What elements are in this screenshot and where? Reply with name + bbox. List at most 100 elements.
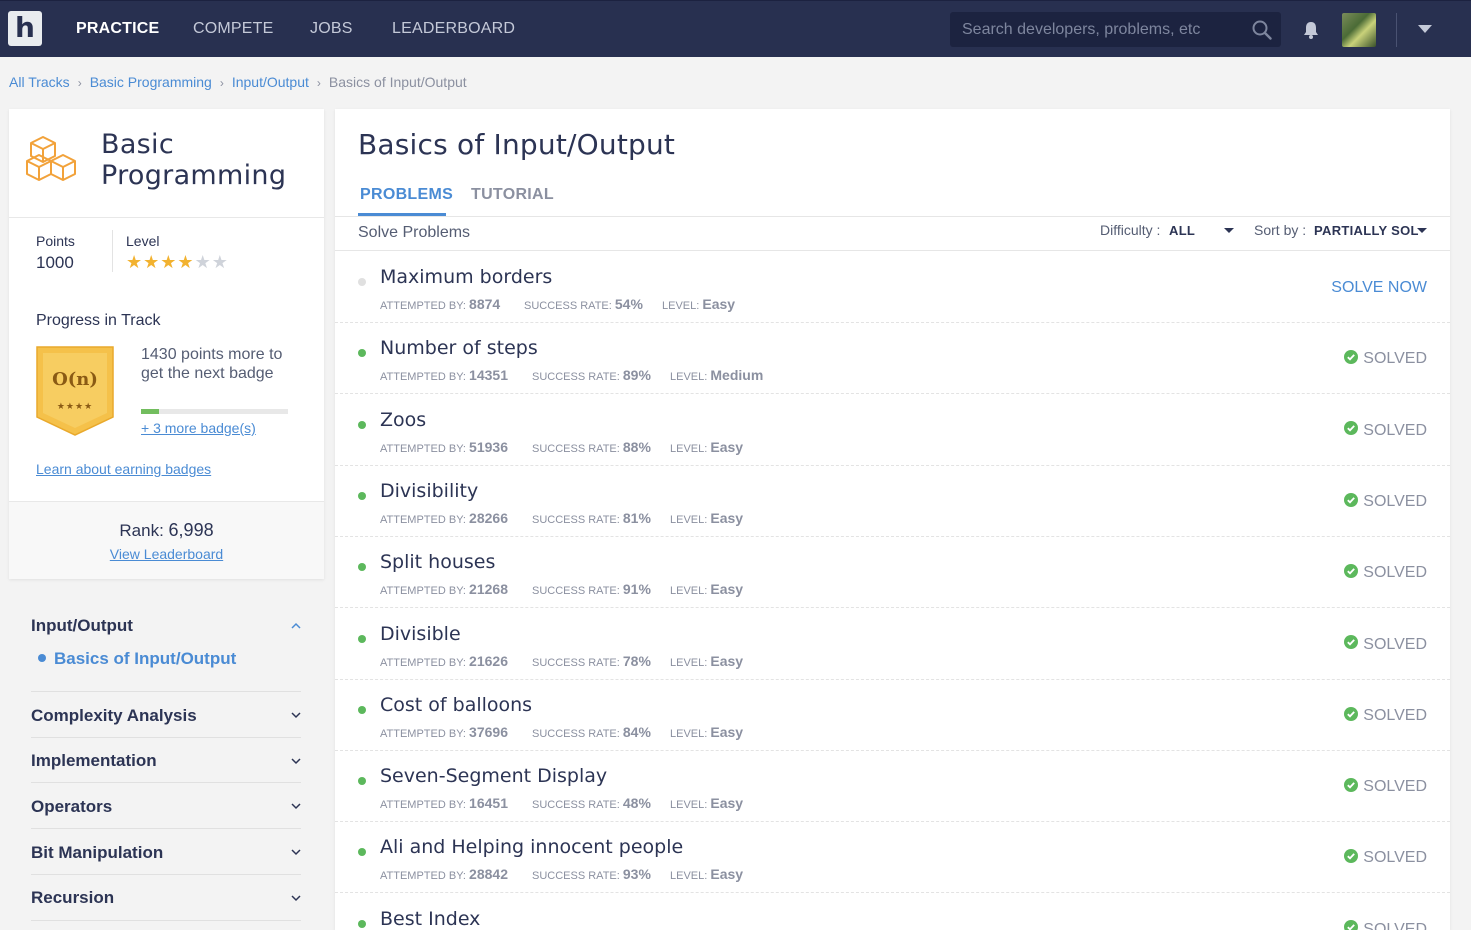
breadcrumb-all-tracks[interactable]: All Tracks — [9, 74, 70, 90]
problem-row[interactable]: Zoos ATTEMPTED BY: 51936 SUCCESS RATE: 88%… — [335, 395, 1450, 466]
problem-row[interactable]: Number of steps ATTEMPTED BY: 14351 SUCCES… — [335, 323, 1450, 395]
nav-leaderboard[interactable]: LEADERBOARD — [392, 20, 515, 38]
problem-row[interactable]: Divisible ATTEMPTED BY: 21626 SUCCESS RATE… — [335, 609, 1450, 680]
problem-row[interactable]: Split houses ATTEMPTED BY: 21268 SUCCESS R… — [335, 537, 1450, 609]
badge-progress-fill — [141, 409, 159, 414]
chevron-right-icon: › — [77, 76, 82, 90]
success-rate: SUCCESS RATE: 84% — [532, 723, 651, 740]
cubes-icon — [26, 136, 76, 181]
accordion-operators[interactable]: Operators — [31, 797, 112, 817]
check-circle-icon — [1344, 492, 1359, 507]
sort-select[interactable]: PARTIALLY SOL — [1314, 223, 1419, 238]
solved-status: SOLVED — [1344, 849, 1427, 867]
breadcrumb: All Tracks › Basic Programming › Input/Outpu… — [9, 74, 467, 90]
chevron-down-icon[interactable] — [1418, 25, 1432, 33]
success-rate: SUCCESS RATE: 54% — [524, 296, 643, 312]
user-avatar[interactable] — [1342, 13, 1376, 47]
chevron-down-icon[interactable] — [1224, 228, 1234, 233]
view-leaderboard-link[interactable]: View Leaderboard — [9, 546, 324, 562]
problem-name[interactable]: Seven-Segment Display — [380, 765, 607, 787]
problem-name[interactable]: Best Index — [380, 908, 480, 930]
accordion-complexity-analysis[interactable]: Complexity Analysis — [31, 706, 197, 726]
chevron-up-icon[interactable] — [290, 622, 302, 630]
status-dot — [358, 777, 366, 786]
rank-value: 6,998 — [168, 520, 214, 540]
page-title: Basics of Input/Output — [358, 128, 676, 161]
difficulty-select[interactable]: ALL — [1169, 223, 1195, 238]
problem-row[interactable]: Maximum borders ATTEMPTED BY: 8874 SUCCESS… — [335, 252, 1450, 323]
divider — [335, 250, 1450, 251]
badge-progress-bar — [141, 409, 288, 414]
chevron-down-icon[interactable] — [290, 711, 302, 719]
level: LEVEL: Medium — [670, 367, 764, 384]
level-stars: ★★★★★★ — [126, 252, 229, 273]
attempted-by: ATTEMPTED BY: 8874 — [380, 296, 501, 312]
accordion-bit-manipulation[interactable]: Bit Manipulation — [31, 843, 163, 863]
chevron-down-icon[interactable] — [1417, 228, 1427, 233]
search-icon[interactable] — [1251, 19, 1273, 41]
breadcrumb-basic-programming[interactable]: Basic Programming — [90, 74, 212, 90]
problem-name[interactable]: Maximum borders — [380, 266, 552, 288]
rank-box: Rank: 6,998 View Leaderboard — [9, 501, 324, 579]
solve-now-button[interactable]: SOLVE NOW — [1331, 279, 1427, 297]
chevron-down-icon[interactable] — [290, 894, 302, 902]
divider — [31, 920, 301, 921]
solved-status: SOLVED — [1344, 635, 1427, 654]
chevron-down-icon[interactable] — [290, 757, 302, 765]
badge-progress-text: 1430 points more to get the next badge — [141, 346, 283, 382]
problem-row[interactable]: Ali and Helping innocent people ATTEMPTED… — [335, 822, 1450, 894]
attempted-by: ATTEMPTED BY: 21268 — [380, 581, 508, 598]
solved-status: SOLVED — [1344, 563, 1427, 582]
track-card: Basic Programming Points 1000 Level ★★★★… — [9, 109, 324, 579]
problem-row[interactable]: Cost of balloons ATTEMPTED BY: 37696 SUCCE… — [335, 680, 1450, 751]
solved-status: SOLVED — [1344, 706, 1427, 725]
attempted-by: ATTEMPTED BY: 21626 — [380, 652, 508, 669]
divider — [31, 874, 301, 875]
problem-name[interactable]: Ali and Helping innocent people — [380, 836, 683, 858]
accordion-implementation[interactable]: Implementation — [31, 751, 157, 771]
chevron-down-icon[interactable] — [290, 802, 302, 810]
problem-name[interactable]: Zoos — [380, 409, 426, 431]
check-circle-icon — [1344, 635, 1359, 650]
nav-jobs[interactable]: JOBS — [310, 20, 353, 38]
level: LEVEL: Easy — [670, 438, 744, 455]
problem-row[interactable]: Seven-Segment Display ATTEMPTED BY: 16451… — [335, 751, 1450, 823]
breadcrumb-current: Basics of Input/Output — [328, 74, 467, 90]
success-rate: SUCCESS RATE: 91% — [532, 581, 651, 598]
sort-label: Sort by : — [1254, 222, 1307, 238]
progress-title: Progress in Track — [36, 312, 161, 329]
accordion-item-basics-io[interactable]: Basics of Input/Output — [38, 649, 236, 669]
level: LEVEL: Easy — [670, 795, 744, 812]
star-empty-icon: ★ — [194, 252, 212, 273]
problem-name[interactable]: Divisibility — [380, 480, 478, 502]
bell-icon[interactable] — [1300, 19, 1322, 41]
nav-compete[interactable]: COMPETE — [193, 20, 274, 38]
accordion-recursion[interactable]: Recursion — [31, 888, 114, 908]
nav-practice[interactable]: PRACTICE — [76, 20, 159, 38]
breadcrumb-input-output[interactable]: Input/Output — [232, 74, 309, 90]
status-dot — [358, 919, 366, 928]
chevron-right-icon: › — [219, 76, 224, 90]
divider — [31, 828, 301, 829]
problem-name[interactable]: Cost of balloons — [380, 694, 532, 716]
more-badges-link[interactable]: + 3 more badge(s) — [141, 420, 256, 436]
problem-row[interactable]: Best Index SOLVED — [335, 894, 1450, 930]
attempted-by: ATTEMPTED BY: 51936 — [380, 438, 508, 455]
chevron-down-icon[interactable] — [290, 848, 302, 856]
solved-status: SOLVED — [1344, 421, 1427, 440]
accordion-input-output[interactable]: Input/Output — [31, 616, 133, 636]
learn-badges-link[interactable]: Learn about earning badges — [36, 461, 211, 477]
problem-name[interactable]: Number of steps — [380, 337, 538, 359]
level: LEVEL: Easy — [670, 652, 744, 669]
status-dot — [358, 705, 366, 714]
hackerearth-logo[interactable]: h — [8, 11, 42, 46]
problem-row[interactable]: Divisibility ATTEMPTED BY: 28266 SUCCESS R… — [335, 466, 1450, 537]
tab-problems[interactable]: PROBLEMS — [360, 186, 453, 204]
search-input[interactable] — [950, 12, 1245, 47]
status-dot — [358, 278, 366, 286]
tab-tutorial[interactable]: TUTORIAL — [471, 186, 554, 204]
check-circle-icon — [1344, 421, 1359, 436]
level: LEVEL: Easy — [670, 581, 744, 598]
problem-name[interactable]: Divisible — [380, 623, 461, 645]
problem-name[interactable]: Split houses — [380, 551, 495, 573]
